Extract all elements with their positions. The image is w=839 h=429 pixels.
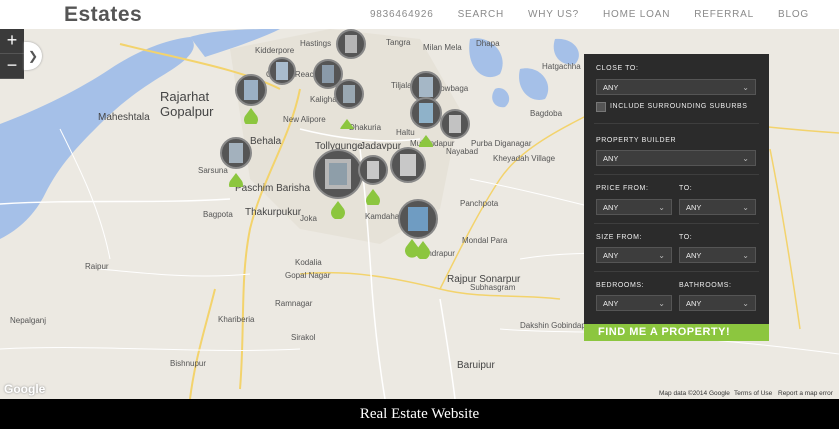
size-to-select[interactable]: ANY ⌄ bbox=[679, 247, 756, 263]
size-from-label: SIZE FROM: bbox=[596, 234, 643, 241]
property-marker[interactable] bbox=[220, 137, 252, 187]
bedrooms-select[interactable]: ANY ⌄ bbox=[596, 295, 672, 311]
property-builder-label: PROPERTY BUILDER bbox=[596, 137, 677, 144]
property-marker[interactable] bbox=[358, 155, 388, 205]
chevron-down-icon: ⌄ bbox=[742, 203, 749, 212]
price-from-select[interactable]: ANY ⌄ bbox=[596, 199, 672, 215]
chevron-down-icon: ⌄ bbox=[742, 83, 749, 92]
price-to-label: TO: bbox=[679, 185, 693, 192]
place-label: Raipur bbox=[85, 262, 109, 271]
property-marker[interactable] bbox=[440, 109, 470, 143]
surrounding-suburbs-label: INCLUDE SURROUNDING SUBURBS bbox=[610, 103, 748, 110]
place-label: Nepalganj bbox=[10, 316, 47, 325]
property-marker-featured[interactable] bbox=[313, 149, 363, 219]
panel-divider bbox=[594, 174, 759, 175]
chevron-down-icon: ⌄ bbox=[742, 154, 749, 163]
place-label: Sirakol bbox=[291, 333, 316, 342]
place-label: Purba Diganagar bbox=[471, 139, 532, 148]
nav-referral[interactable]: REFERRAL bbox=[694, 9, 754, 20]
place-label: Kodalia bbox=[295, 258, 322, 267]
place-label: Bagpota bbox=[203, 210, 233, 219]
place-label: Ramnagar bbox=[275, 299, 313, 308]
property-marker[interactable] bbox=[235, 74, 267, 124]
property-marker[interactable] bbox=[390, 147, 426, 187]
terms-of-use-link[interactable]: Terms of Use bbox=[734, 390, 772, 397]
property-marker[interactable] bbox=[336, 29, 366, 63]
panel-divider bbox=[594, 223, 759, 224]
place-label: Mondal Para bbox=[462, 236, 508, 245]
caption-bar: Real Estate Website bbox=[0, 399, 839, 429]
site-logo[interactable]: Estates bbox=[64, 3, 142, 27]
place-label: Kheyadah Village bbox=[493, 154, 556, 163]
nav-search[interactable]: SEARCH bbox=[458, 9, 504, 20]
chevron-down-icon: ⌄ bbox=[658, 203, 665, 212]
place-label: New Alipore bbox=[283, 115, 326, 124]
price-from-label: PRICE FROM: bbox=[596, 185, 649, 192]
close-to-select[interactable]: ANY ⌄ bbox=[596, 79, 756, 95]
place-label: Hatgachha bbox=[542, 62, 581, 71]
place-label: Subhasgram bbox=[470, 283, 516, 292]
main-nav: 9836464926 SEARCH WHY US? HOME LOAN REFE… bbox=[370, 0, 839, 29]
place-label: Rajarhat bbox=[160, 89, 210, 104]
site-header: Estates 9836464926 SEARCH WHY US? HOME L… bbox=[0, 0, 839, 29]
place-label: Bagdoba bbox=[530, 109, 563, 118]
chevron-down-icon: ⌄ bbox=[742, 251, 749, 260]
place-label: Behala bbox=[250, 136, 282, 147]
place-label: Tangra bbox=[386, 38, 411, 47]
google-logo: Google bbox=[4, 382, 46, 396]
place-label: Thakurpukur bbox=[245, 207, 302, 218]
place-label: Baruipur bbox=[457, 360, 495, 371]
find-property-button[interactable]: FIND ME A PROPERTY! bbox=[584, 324, 769, 341]
place-label: Panchpota bbox=[460, 199, 499, 208]
bathrooms-select[interactable]: ANY ⌄ bbox=[679, 295, 756, 311]
panel-divider bbox=[594, 271, 759, 272]
panel-divider bbox=[594, 123, 759, 124]
zoom-in-button[interactable]: + bbox=[0, 29, 24, 54]
place-label: Dhapa bbox=[476, 39, 500, 48]
place-label: Tiljala bbox=[391, 81, 412, 90]
place-label: Hastings bbox=[300, 39, 332, 48]
price-to-select[interactable]: ANY ⌄ bbox=[679, 199, 756, 215]
place-label: Gopalpur bbox=[160, 104, 214, 119]
place-label: Dakshin Gobindapur bbox=[520, 321, 593, 330]
nav-home-loan[interactable]: HOME LOAN bbox=[603, 9, 670, 20]
property-search-panel: CLOSE TO: ANY ⌄ INCLUDE SURROUNDING SUBUR… bbox=[584, 54, 769, 341]
nav-phone[interactable]: 9836464926 bbox=[370, 9, 434, 20]
chevron-down-icon: ⌄ bbox=[658, 251, 665, 260]
property-marker[interactable] bbox=[395, 199, 441, 259]
chevron-down-icon: ⌄ bbox=[658, 299, 665, 308]
property-marker[interactable] bbox=[334, 79, 364, 129]
place-label: Kidderpore bbox=[255, 46, 295, 55]
place-label: Maheshtala bbox=[98, 112, 150, 123]
place-label: Khariberia bbox=[218, 315, 255, 324]
place-label: Bishnupur bbox=[170, 359, 207, 368]
property-builder-select[interactable]: ANY ⌄ bbox=[596, 150, 756, 166]
caption-text: Real Estate Website bbox=[359, 406, 480, 422]
chevron-down-icon: ⌄ bbox=[742, 299, 749, 308]
zoom-out-button[interactable]: − bbox=[0, 54, 24, 79]
report-map-error-link[interactable]: Report a map error bbox=[778, 390, 833, 397]
size-to-label: TO: bbox=[679, 234, 693, 241]
surrounding-suburbs-checkbox[interactable] bbox=[596, 102, 606, 112]
bedrooms-label: BEDROOMS: bbox=[596, 282, 645, 289]
zoom-controls: + − bbox=[0, 29, 24, 79]
map-data-attribution: Map data ©2014 Google bbox=[659, 390, 730, 397]
bathrooms-label: BATHROOMS: bbox=[679, 282, 732, 289]
nav-blog[interactable]: BLOG bbox=[778, 9, 809, 20]
property-marker[interactable] bbox=[268, 57, 296, 91]
place-label: Nayabad bbox=[446, 147, 479, 156]
nav-why-us[interactable]: WHY US? bbox=[528, 9, 579, 20]
place-label: Milan Mela bbox=[423, 43, 462, 52]
size-from-select[interactable]: ANY ⌄ bbox=[596, 247, 672, 263]
property-marker[interactable] bbox=[410, 97, 442, 147]
close-to-label: CLOSE TO: bbox=[596, 65, 639, 72]
place-label: Gopal Nagar bbox=[285, 271, 331, 280]
